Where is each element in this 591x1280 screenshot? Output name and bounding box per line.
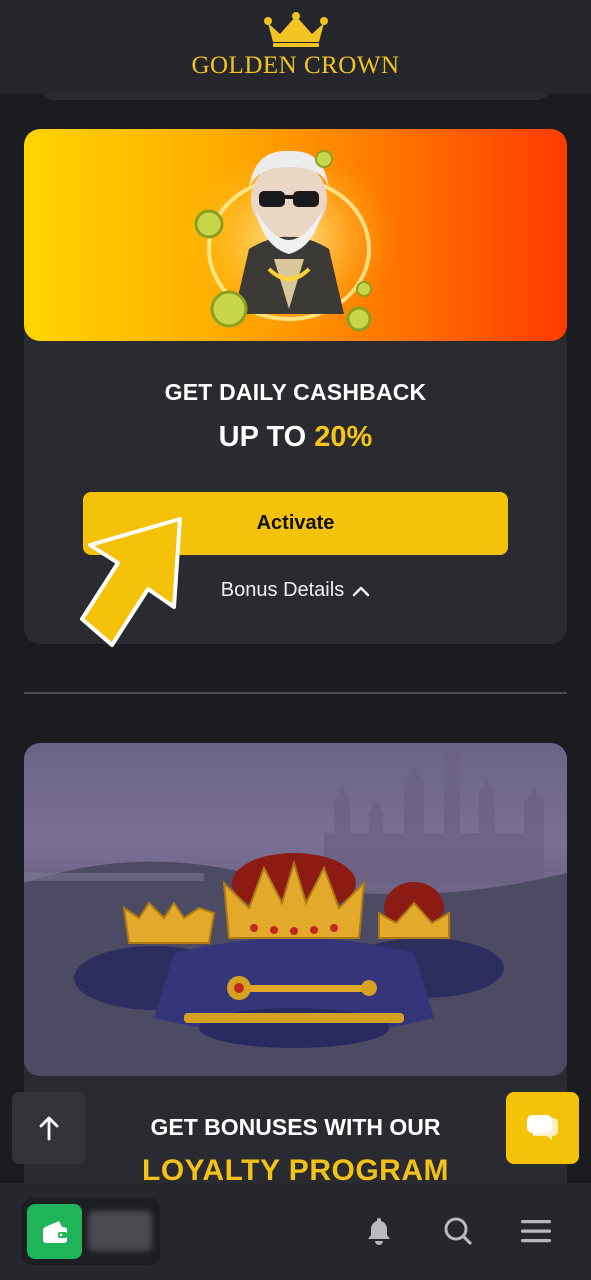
wallet-icon — [42, 1220, 67, 1243]
cashback-banner-image — [24, 129, 567, 341]
cashback-title: GET DAILY CASHBACK — [164, 379, 427, 405]
section-divider — [24, 692, 567, 694]
cashback-amount: UP TO 20% — [24, 421, 567, 454]
cashback-amount-prefix: UP TO — [218, 421, 315, 453]
bell-icon — [368, 1218, 390, 1245]
pointer-arrow-icon — [80, 517, 182, 647]
crown-icon — [263, 12, 328, 47]
scroll-to-top-button[interactable] — [12, 1092, 85, 1164]
old-man-mascot-illustration — [179, 144, 399, 334]
crowns-illustration — [24, 743, 567, 1076]
notifications-button[interactable] — [361, 1213, 397, 1249]
menu-icon — [521, 1220, 551, 1243]
search-icon — [444, 1217, 472, 1245]
loyalty-title: GET BONUSES WITH OUR — [150, 1114, 441, 1140]
page: GOLDEN CROWN GET DAILY CASHBACK UP TO 20… — [0, 0, 591, 1280]
live-chat-button[interactable] — [506, 1092, 579, 1164]
cashback-amount-value: 20% — [314, 421, 373, 453]
top-bar: GOLDEN CROWN — [0, 0, 591, 94]
menu-button[interactable] — [518, 1213, 554, 1249]
brand-name: GOLDEN CROWN — [191, 52, 400, 79]
chat-bubbles-icon — [526, 1115, 558, 1140]
loyalty-promo-card: GET BONUSES WITH OUR LOYALTY PROGRAM — [24, 743, 567, 1213]
wallet-widget[interactable] — [22, 1198, 160, 1265]
bonus-details-label: Bonus Details — [220, 579, 345, 601]
arrow-up-icon — [39, 1116, 58, 1141]
wallet-button[interactable] — [27, 1204, 82, 1259]
search-button[interactable] — [440, 1213, 476, 1249]
bottom-nav-bar — [0, 1183, 591, 1280]
hidden-balance — [88, 1211, 152, 1251]
loyalty-banner-image — [24, 743, 567, 1076]
chevron-up-icon — [352, 586, 370, 596]
brand-logo[interactable]: GOLDEN CROWN — [0, 12, 591, 80]
